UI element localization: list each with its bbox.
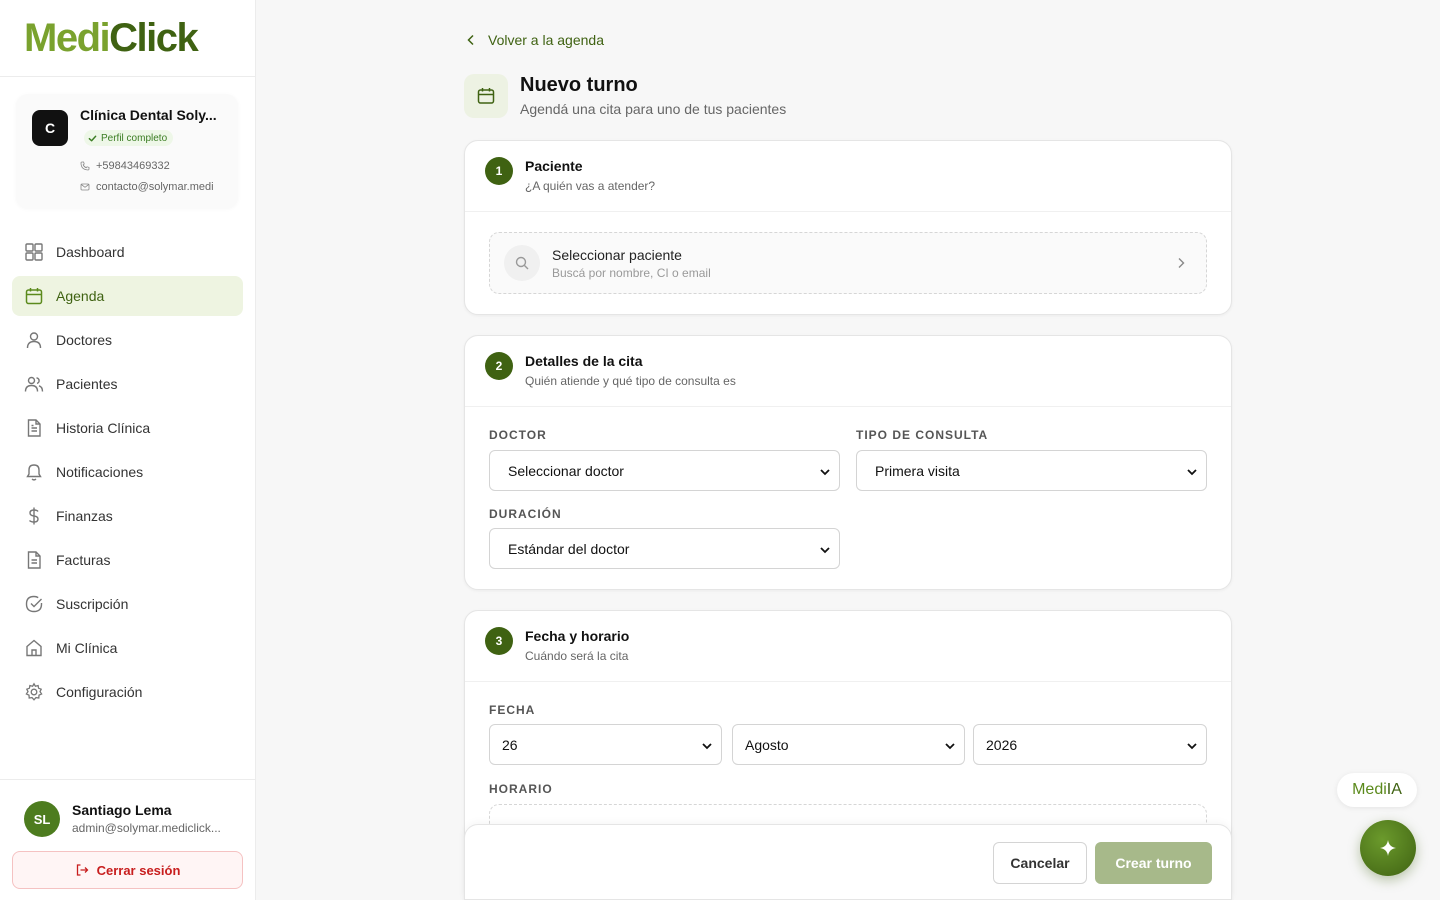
users-icon [24,376,44,392]
avatar[interactable]: SL [24,801,60,837]
sidebar: MediClick C Clínica Dental Soly... Perfi… [0,0,256,900]
time-label: HORARIO [489,782,553,796]
chevron-down-icon [1187,469,1197,476]
select-patient-title: Seleccionar paciente [552,247,682,263]
month-select[interactable]: Agosto [732,724,965,765]
details-section-header: 2 Detalles de la cita Quién atiende y qu… [465,336,1231,407]
doctor-select[interactable]: Seleccionar doctor [489,450,840,491]
logo-area: MediClick [0,0,255,77]
clinic-email: contacto@solymar.medi [80,181,230,193]
grid-icon [25,243,43,261]
select-patient-button[interactable]: Seleccionar paciente Buscá por nombre, C… [489,232,1207,294]
logout-icon [76,864,88,876]
section-subtitle: Quién atiende y qué tipo de consulta es [525,374,736,388]
year-select[interactable]: 2026 [973,724,1207,765]
step-number: 1 [485,157,513,185]
chevron-down-icon [1187,743,1197,750]
check-icon [88,135,97,141]
document-icon [27,419,41,437]
calendar-icon [25,288,43,305]
section-subtitle: ¿A quién vas a atender? [525,179,656,193]
nav-item-mi-clinica[interactable]: Mi Clínica [12,628,243,668]
nav-item-pacientes[interactable]: Pacientes [12,364,243,404]
user-icon [26,332,42,349]
phone-icon [80,161,90,171]
clinic-name: Clínica Dental Soly... [80,107,217,123]
section-title: Paciente [525,158,583,174]
step-number: 3 [485,627,513,655]
chevron-down-icon [820,547,830,554]
date-section-header: 3 Fecha y horario Cuándo será la cita [465,611,1231,682]
form-action-bar: Cancelar Crear turno [464,824,1232,900]
sparkle-icon [1380,840,1396,856]
day-select[interactable]: 26 [489,724,722,765]
patient-section-header: 1 Paciente ¿A quién vas a atender? [465,141,1231,212]
section-title: Detalles de la cita [525,353,643,369]
chevron-right-icon [1178,258,1185,268]
nav-item-suscripcion[interactable]: Suscripción [12,584,243,624]
details-section: 2 Detalles de la cita Quién atiende y qu… [464,335,1232,590]
page-subtitle: Agendá una cita para uno de tus paciente… [520,101,787,117]
consult-type-select[interactable]: Primera visita [856,450,1207,491]
invoice-icon [27,551,41,569]
step-number: 2 [485,352,513,380]
nav-item-dashboard[interactable]: Dashboard [12,232,243,272]
chevron-down-icon [820,469,830,476]
chevron-left-icon [467,34,474,46]
main-nav: Dashboard Agenda Doctores Pacientes Hist… [12,232,243,716]
back-to-agenda-link[interactable]: Volver a la agenda [464,32,604,48]
user-name: Santiago Lema [72,802,172,818]
duration-select[interactable]: Estándar del doctor [489,528,840,569]
clinic-avatar: C [32,110,68,146]
home-icon [26,639,42,657]
chevron-down-icon [702,743,712,750]
nav-item-notificaciones[interactable]: Notificaciones [12,452,243,492]
duration-label: DURACIÓN [489,507,562,521]
mail-icon [80,183,90,191]
doctor-label: DOCTOR [489,428,547,442]
check-circle-icon [25,595,43,613]
create-appointment-button[interactable]: Crear turno [1095,842,1212,884]
nav-item-finanzas[interactable]: Finanzas [12,496,243,536]
logout-button[interactable]: Cerrar sesión [12,851,243,889]
clinic-phone: +59843469332 [80,160,230,172]
consult-type-label: TIPO DE CONSULTA [856,428,989,442]
assistant-label[interactable]: Medi IA [1337,773,1417,807]
bell-icon [26,464,42,481]
search-icon [515,256,529,270]
nav-item-agenda[interactable]: Agenda [12,276,243,316]
assistant-button[interactable] [1360,820,1416,876]
calendar-icon [477,88,495,104]
nav-item-facturas[interactable]: Facturas [12,540,243,580]
chevron-down-icon [945,743,955,750]
section-subtitle: Cuándo será la cita [525,649,629,663]
search-icon-wrap [504,245,540,281]
profile-complete-badge: Perfil completo [84,130,174,146]
nav-item-historia-clinica[interactable]: Historia Clínica [12,408,243,448]
patient-section: 1 Paciente ¿A quién vas a atender? Selec… [464,140,1232,315]
user-area: SL Santiago Lema admin@solymar.mediclick… [0,779,255,900]
cancel-button[interactable]: Cancelar [993,842,1087,884]
gear-icon [25,682,43,701]
dollar-icon [29,507,39,525]
section-title: Fecha y horario [525,628,630,644]
nav-item-configuracion[interactable]: Configuración [12,672,243,712]
clinic-card[interactable]: C Clínica Dental Soly... Perfil completo… [16,94,238,208]
page-icon [464,74,508,118]
user-email: admin@solymar.mediclick... [72,821,221,835]
nav-item-doctores[interactable]: Doctores [12,320,243,360]
mediclick-logo[interactable]: MediClick [24,18,199,58]
date-label: FECHA [489,703,536,717]
select-patient-hint: Buscá por nombre, CI o email [552,266,711,280]
page-title: Nuevo turno [520,74,638,96]
